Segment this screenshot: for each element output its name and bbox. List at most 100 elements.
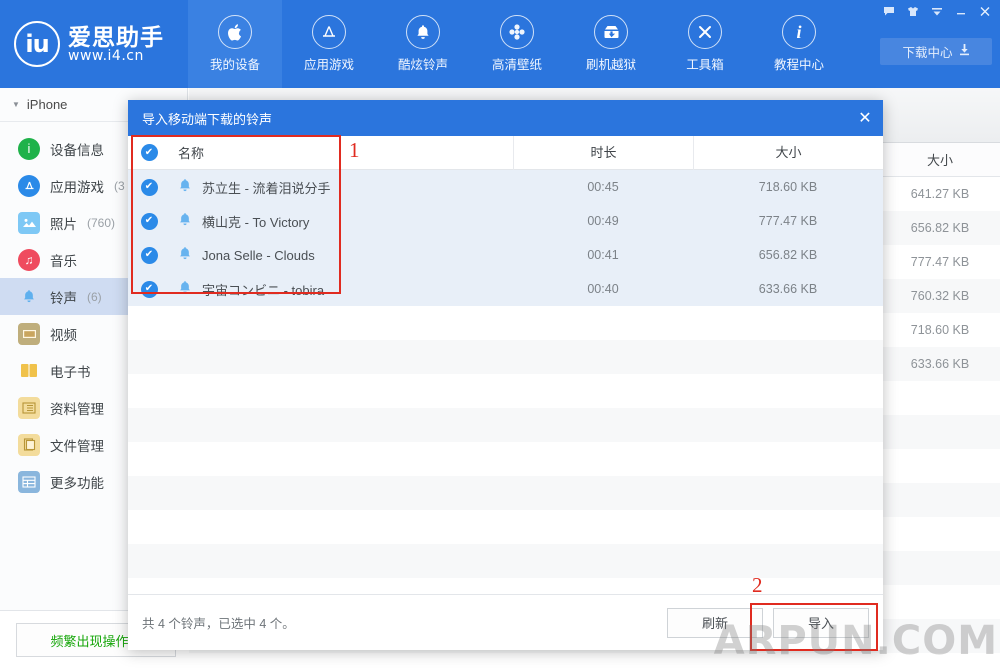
info-icon: i: [782, 15, 816, 49]
row-duration: 00:49: [513, 204, 693, 238]
sidebar-item-label: 照片: [50, 213, 77, 233]
minimize-icon[interactable]: [950, 2, 972, 21]
row-checkbox[interactable]: ✔: [128, 213, 170, 230]
table-row[interactable]: ✔ Jona Selle - Clouds 00:41 656.82 KB: [128, 238, 883, 272]
data-icon: [18, 397, 40, 419]
table-row-empty: [128, 374, 883, 408]
row-duration: 00:40: [513, 272, 693, 306]
flash-box-icon: [594, 15, 628, 49]
sidebar-item-label: 资料管理: [50, 398, 104, 418]
nav-label: 教程中心: [774, 54, 824, 73]
nav-item-tutorials[interactable]: i 教程中心: [752, 0, 846, 88]
nav-item-flash-jailbreak[interactable]: 刷机越狱: [564, 0, 658, 88]
tools-icon: [688, 15, 722, 49]
row-size: 641.27 KB: [880, 187, 1000, 201]
device-name: iPhone: [27, 97, 67, 112]
row-size: 777.47 KB: [880, 255, 1000, 269]
import-button[interactable]: 导入: [773, 608, 869, 638]
row-checkbox[interactable]: ✔: [128, 281, 170, 298]
col-name: 名称: [170, 143, 513, 162]
bell-icon: [18, 286, 40, 308]
table-row[interactable]: ✔ 苏立生 - 流着泪说分手 00:45 718.60 KB: [128, 170, 883, 204]
nav-item-wallpaper[interactable]: 高清壁纸: [470, 0, 564, 88]
brand-name: 爱思助手: [68, 25, 164, 49]
app-header: iu 爱思助手 www.i4.cn 我的设备 应用游戏: [0, 0, 1000, 88]
dialog-buttons: 刷新 导入: [667, 608, 869, 638]
grid-icon: [18, 471, 40, 493]
row-name: 宇宙コンビニ - tobira: [202, 280, 324, 299]
download-center-button[interactable]: 下载中心: [880, 38, 992, 65]
check-icon: ✔: [141, 179, 158, 196]
book-icon: [18, 360, 40, 382]
bell-icon: [178, 212, 192, 230]
info-icon: i: [18, 138, 40, 160]
apple-icon: [218, 15, 252, 49]
dialog-footer: 共 4 个铃声，已选中 4 个。 刷新 导入: [128, 594, 883, 650]
table-row[interactable]: ✔ 横山克 - To Victory 00:49 777.47 KB: [128, 204, 883, 238]
table-row-empty: [128, 340, 883, 374]
appstore-icon: [312, 15, 346, 49]
table-row-empty: [128, 510, 883, 544]
nav-label: 酷炫铃声: [398, 54, 448, 73]
row-size: 633.66 KB: [880, 357, 1000, 371]
sidebar-item-label: 音乐: [50, 250, 77, 270]
row-checkbox[interactable]: ✔: [128, 179, 170, 196]
col-duration: 时长: [513, 136, 693, 170]
refresh-button[interactable]: 刷新: [667, 608, 763, 638]
import-ringtones-dialog: 导入移动端下载的铃声 ✕ ✔ 名称 时长 大小 ✔ 苏立生 - 流着泪说分手: [128, 100, 883, 650]
close-icon[interactable]: ✕: [847, 100, 883, 136]
row-size: 718.60 KB: [880, 323, 1000, 337]
nav-label: 刷机越狱: [586, 54, 636, 73]
nav-item-my-device[interactable]: 我的设备: [188, 0, 282, 88]
nav-label: 高清壁纸: [492, 54, 542, 73]
row-size: 633.66 KB: [693, 272, 883, 306]
sidebar-item-label: 应用游戏: [50, 176, 104, 196]
nav-item-apps-games[interactable]: 应用游戏: [282, 0, 376, 88]
sidebar-item-count: (760): [87, 216, 115, 230]
selection-summary: 共 4 个铃声，已选中 4 个。: [142, 613, 295, 632]
bell-icon: [178, 280, 192, 298]
download-icon: [959, 44, 970, 59]
brand-text: 爱思助手 www.i4.cn: [68, 25, 164, 64]
file-icon: [18, 434, 40, 456]
main-nav: 我的设备 应用游戏 酷炫铃声 高清壁纸: [188, 0, 846, 88]
table-row-empty: [128, 442, 883, 476]
chat-icon[interactable]: [878, 2, 900, 21]
select-all-checkbox[interactable]: ✔: [128, 144, 170, 161]
nav-item-ringtones[interactable]: 酷炫铃声: [376, 0, 470, 88]
table-row-empty: [128, 306, 883, 340]
nav-item-toolbox[interactable]: 工具箱: [658, 0, 752, 88]
check-icon: ✔: [141, 213, 158, 230]
check-icon: ✔: [141, 144, 158, 161]
row-name: 苏立生 - 流着泪说分手: [202, 178, 331, 197]
appstore-icon: [18, 175, 40, 197]
row-checkbox[interactable]: ✔: [128, 247, 170, 264]
table-row[interactable]: ✔ 宇宙コンビニ - tobira 00:40 633.66 KB: [128, 272, 883, 306]
row-size: 760.32 KB: [880, 289, 1000, 303]
check-icon: ✔: [141, 281, 158, 298]
sidebar-item-label: 设备信息: [50, 139, 104, 159]
dialog-table-header: ✔ 名称 时长 大小: [128, 136, 883, 170]
row-duration: 00:45: [513, 170, 693, 204]
col-size: 大小: [693, 136, 883, 170]
brand-logo-area: iu 爱思助手 www.i4.cn: [0, 0, 188, 88]
i4-logo-icon: iu: [14, 21, 60, 67]
window-controls: [878, 2, 996, 21]
video-icon: [18, 323, 40, 345]
brand-url: www.i4.cn: [68, 49, 164, 64]
row-size: 656.82 KB: [880, 221, 1000, 235]
download-center-label: 下载中心: [902, 42, 952, 61]
table-row-empty: [128, 476, 883, 510]
row-duration: 00:41: [513, 238, 693, 272]
sidebar-item-label: 视频: [50, 324, 77, 344]
sidebar-item-count: (3: [114, 179, 125, 193]
bell-icon: [178, 246, 192, 264]
row-size: 777.47 KB: [693, 204, 883, 238]
close-icon[interactable]: [974, 2, 996, 21]
skin-icon[interactable]: [902, 2, 924, 21]
background-col-size: 大小: [880, 150, 1000, 169]
menu-icon[interactable]: [926, 2, 948, 21]
music-icon: ♫: [18, 249, 40, 271]
table-row-empty: [128, 408, 883, 442]
nav-label: 应用游戏: [304, 54, 354, 73]
